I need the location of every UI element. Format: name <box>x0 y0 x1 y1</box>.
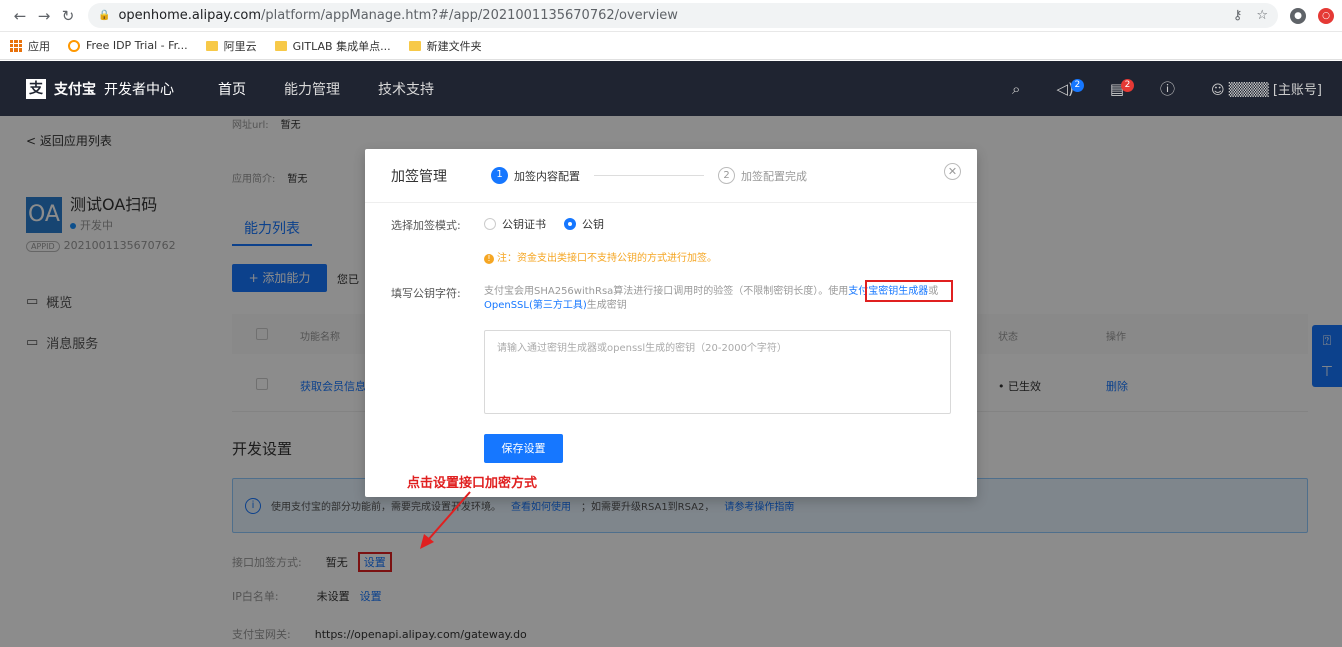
apps-grid-icon <box>10 39 22 52</box>
radio-public-key[interactable]: 公钥 <box>564 216 604 232</box>
bookmarks-bar: 应用 Free IDP Trial - Fr... 阿里云 GITLAB 集成单… <box>0 32 1342 60</box>
folder-icon <box>274 40 287 51</box>
message-badge: 2 <box>1121 78 1135 92</box>
openssl-link[interactable]: OpenSSL(第三方工具) <box>484 300 587 311</box>
search-icon[interactable]: ⌕ <box>1012 80 1020 98</box>
browser-toolbar: ← → ↻ 🔒 openhome.alipay.com /platform/ap… <box>0 0 1342 32</box>
menu-capability[interactable]: 能力管理 <box>284 79 340 99</box>
annotation-text: 点击设置接口加密方式 <box>407 476 538 491</box>
highlight-box <box>865 280 953 302</box>
warning-icon: ! <box>484 254 494 264</box>
bookmark-gitlab[interactable]: GITLAB 集成单点... <box>274 38 391 54</box>
save-button[interactable]: 保存设置 <box>484 434 563 463</box>
url-path: /platform/appManage.htm?#/app/2021001135… <box>261 8 678 23</box>
bookmark-aliyun[interactable]: 阿里云 <box>205 38 257 54</box>
mode-label: 选择加签模式: <box>391 219 461 232</box>
user-account[interactable]: ☺ ▒▒▒▒ [主账号] <box>1211 79 1322 98</box>
extension-icon[interactable]: ○ <box>1318 7 1334 24</box>
menu-home[interactable]: 首页 <box>218 79 246 99</box>
key-icon[interactable]: ⚷ <box>1233 8 1243 23</box>
brand-subtitle: 开发者中心 <box>104 81 174 98</box>
folder-icon <box>408 40 421 51</box>
brand-name: 支付宝 <box>54 81 96 98</box>
top-navigation: 支 支付宝 开发者中心 首页 能力管理 技术支持 ⌕ ◁) 2 ▤ 2 ⓘ ☺ ▒▒… <box>0 61 1342 116</box>
idp-icon <box>68 39 80 52</box>
reload-icon[interactable]: ↻ <box>56 7 80 25</box>
address-bar[interactable]: 🔒 openhome.alipay.com /platform/appManag… <box>88 3 1278 28</box>
notification-icon[interactable]: ◁) 2 <box>1056 78 1084 98</box>
main-menu: 首页 能力管理 技术支持 <box>218 79 434 99</box>
notification-badge: 2 <box>1070 78 1084 92</box>
warning-note: ! 注：资金支出类接口不支持公钥的方式进行加签。 <box>484 249 717 264</box>
modal-header: 加签管理 1 加签内容配置 2 加签配置完成 ✕ <box>365 149 977 203</box>
step-1: 1 加签内容配置 <box>491 167 580 184</box>
help-icon[interactable]: ⓘ <box>1160 78 1175 99</box>
close-icon[interactable]: ✕ <box>944 163 961 180</box>
lock-icon: 🔒 <box>98 10 111 21</box>
star-icon[interactable]: ☆ <box>1256 8 1268 23</box>
radio-cert[interactable]: 公钥证书 <box>484 216 546 232</box>
bookmark-idp[interactable]: Free IDP Trial - Fr... <box>68 39 188 52</box>
sign-management-dialog: 加签管理 1 加签内容配置 2 加签配置完成 ✕ 选择加签模式: 公钥证书 公钥… <box>365 149 977 497</box>
modal-title: 加签管理 <box>391 168 447 185</box>
bookmark-apps[interactable]: 应用 <box>10 38 50 54</box>
profile-icon[interactable]: ● <box>1290 7 1306 24</box>
public-key-textarea[interactable]: 请输入通过密钥生成器或openssl生成的密钥（20-2000个字符） <box>484 330 951 414</box>
alipay-logo-icon: 支 <box>26 78 46 99</box>
message-icon[interactable]: ▤ 2 <box>1110 78 1135 98</box>
bookmark-new-folder[interactable]: 新建文件夹 <box>408 38 482 54</box>
user-icon: ☺ ▒▒▒▒ <box>1211 83 1273 98</box>
mode-radio-group: 公钥证书 公钥 <box>484 216 604 232</box>
menu-support[interactable]: 技术支持 <box>378 79 434 99</box>
step-2-number: 2 <box>718 167 735 184</box>
url-host: openhome.alipay.com <box>118 8 262 23</box>
brand[interactable]: 支 支付宝 开发者中心 <box>0 78 200 99</box>
back-arrow-icon[interactable]: ← <box>8 7 32 25</box>
step-1-number: 1 <box>491 167 508 184</box>
key-label: 填写公钥字符: <box>391 287 461 300</box>
forward-arrow-icon[interactable]: → <box>32 7 56 25</box>
step-divider <box>594 175 704 176</box>
step-2: 2 加签配置完成 <box>718 167 807 184</box>
folder-icon <box>205 40 218 51</box>
